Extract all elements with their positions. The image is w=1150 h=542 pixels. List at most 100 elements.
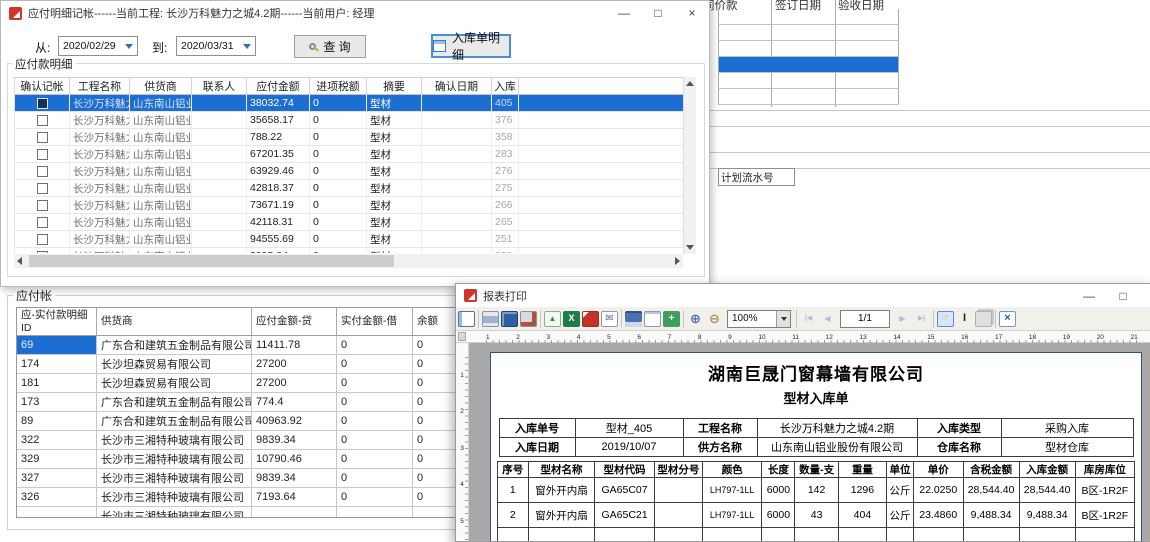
- excel-icon[interactable]: X: [563, 311, 580, 327]
- table-row[interactable]: [718, 25, 899, 41]
- cell-project[interactable]: 长沙万科魅力...: [70, 163, 130, 179]
- checkbox[interactable]: [37, 183, 48, 194]
- scroll-down-icon[interactable]: [686, 245, 694, 250]
- chevron-down-icon[interactable]: [776, 311, 790, 327]
- cell-payable-credit[interactable]: 27200: [252, 374, 337, 392]
- cell-confirm-date[interactable]: [422, 231, 492, 247]
- cell-supplier[interactable]: 长沙市三湘特种玻璃有限公司: [97, 488, 252, 506]
- entry-detail-button[interactable]: 入库单明细: [431, 34, 511, 58]
- prev-page-icon[interactable]: ◀: [819, 311, 836, 327]
- column-header-detail-id[interactable]: 应-实付款明细ID: [17, 308, 97, 335]
- cell-supplier[interactable]: 山东南山铝业...: [130, 231, 192, 247]
- cell-contact[interactable]: [192, 112, 247, 128]
- cell-tax[interactable]: 0: [310, 95, 367, 111]
- table-row[interactable]: 长沙万科魅力... 山东南山铝业... 788.22 0 型材 358: [15, 129, 683, 146]
- cell-project[interactable]: 长沙万科魅力...: [70, 129, 130, 145]
- table-row[interactable]: [718, 73, 899, 89]
- cell-entry-no[interactable]: 358: [492, 129, 519, 145]
- cell-tax[interactable]: 0: [310, 129, 367, 145]
- close-button[interactable]: ×: [675, 1, 709, 25]
- cell-contact[interactable]: [192, 197, 247, 213]
- cell-project[interactable]: 长沙万科魅力...: [70, 197, 130, 213]
- column-header-summary[interactable]: 摘要: [367, 78, 422, 95]
- cell-supplier[interactable]: 山东南山铝业...: [130, 248, 192, 253]
- export-data-icon[interactable]: +: [663, 311, 680, 327]
- cell-summary[interactable]: 型材: [367, 163, 422, 179]
- cell-payable-credit[interactable]: 9839.34: [252, 431, 337, 449]
- table-row[interactable]: 89 广东合和建筑五金制品有限公司 40963.92 0 0: [17, 412, 471, 431]
- vertical-scrollbar[interactable]: [683, 77, 696, 254]
- new-page-icon[interactable]: [644, 311, 661, 327]
- cell-detail-id[interactable]: 322: [17, 431, 97, 449]
- column-header-entry[interactable]: 入库: [492, 78, 519, 95]
- minimize-button[interactable]: —: [607, 1, 641, 25]
- table-row[interactable]: 长沙万科魅力... 山东南山铝业... 67201.35 0 型材 283: [15, 146, 683, 163]
- cell-detail-id[interactable]: 173: [17, 393, 97, 411]
- to-date-select[interactable]: 2020/03/31: [176, 36, 256, 56]
- cell-summary[interactable]: 型材: [367, 146, 422, 162]
- confirm-cell[interactable]: [15, 95, 70, 111]
- cell-payable-credit[interactable]: 10790.46: [252, 450, 337, 468]
- cell-amount[interactable]: 35658.17: [247, 112, 310, 128]
- table-row[interactable]: 174 长沙坦森贸易有限公司 27200 0 0: [17, 355, 471, 374]
- page-indicator-input[interactable]: [840, 310, 890, 328]
- cell-payable-credit[interactable]: 774.4: [252, 393, 337, 411]
- cell-project[interactable]: 长沙万科魅力...: [70, 95, 130, 111]
- cell-entry-no[interactable]: 251: [492, 231, 519, 247]
- cell-tax[interactable]: 0: [310, 112, 367, 128]
- table-row[interactable]: 长沙万科魅力... 山东南山铝业... 42118.31 0 型材 265: [15, 214, 683, 231]
- preview-panel-icon[interactable]: [458, 311, 475, 327]
- cell-contact[interactable]: [192, 163, 247, 179]
- checkbox[interactable]: [37, 132, 48, 143]
- table-row[interactable]: 327 长沙市三湘特种玻璃有限公司 9839.34 0 0: [17, 469, 471, 488]
- cell-tax[interactable]: 0: [310, 146, 367, 162]
- cell-confirm-date[interactable]: [422, 146, 492, 162]
- table-row[interactable]: 长沙万科魅力... 山东南山铝业... 94555.69 0 型材 251: [15, 231, 683, 248]
- text-select-icon[interactable]: I: [956, 311, 973, 327]
- checkbox[interactable]: [37, 166, 48, 177]
- cell-confirm-date[interactable]: [422, 163, 492, 179]
- table-row[interactable]: 329 长沙市三湘特种玻璃有限公司 10790.46 0 0: [17, 450, 471, 469]
- cell-amount[interactable]: 38032.74: [247, 95, 310, 111]
- table-row[interactable]: 长沙万科魅力... 山东南山铝业... 73671.19 0 型材 266: [15, 197, 683, 214]
- cell-entry-no[interactable]: 276: [492, 163, 519, 179]
- cell-paid-debit[interactable]: 0: [337, 393, 413, 411]
- cell-contact[interactable]: [192, 180, 247, 196]
- cell-contact[interactable]: [192, 248, 247, 253]
- cell-confirm-date[interactable]: [422, 95, 492, 111]
- table-row[interactable]: 长沙万科魅力... 山东南山铝业... 35658.17 0 型材 376: [15, 112, 683, 129]
- cell-paid-debit[interactable]: 0: [337, 336, 413, 354]
- cell-detail-id[interactable]: 326: [17, 488, 97, 506]
- table-row[interactable]: [718, 41, 899, 57]
- cell-paid-debit[interactable]: 0: [337, 469, 413, 487]
- cell-supplier[interactable]: 长沙市三湘特种玻璃有限公司: [97, 507, 252, 517]
- table-row[interactable]: [718, 57, 899, 73]
- options-icon[interactable]: [520, 311, 537, 327]
- cell-entry-no[interactable]: 405: [492, 95, 519, 111]
- pdf-icon[interactable]: [582, 311, 599, 327]
- page-setup-icon[interactable]: [501, 311, 518, 327]
- cell-supplier[interactable]: 山东南山铝业...: [130, 197, 192, 213]
- cell-supplier[interactable]: 广东合和建筑五金制品有限公司: [97, 393, 252, 411]
- query-button[interactable]: 查 询: [294, 35, 366, 58]
- cell-summary[interactable]: 型材: [367, 95, 422, 111]
- confirm-cell[interactable]: [15, 180, 70, 196]
- column-header-payable-credit[interactable]: 应付金额-贷: [252, 308, 337, 335]
- minimize-button[interactable]: —: [1072, 284, 1106, 308]
- cell-entry-no[interactable]: 266: [492, 197, 519, 213]
- cell-project[interactable]: 长沙万科魅力...: [70, 112, 130, 128]
- cell-project[interactable]: 长沙万科魅力...: [70, 180, 130, 196]
- table-row[interactable]: [718, 89, 899, 105]
- cell-summary[interactable]: 型材: [367, 248, 422, 253]
- cell-payable-credit[interactable]: 9839.34: [252, 469, 337, 487]
- maximize-button[interactable]: □: [641, 1, 675, 25]
- checkbox[interactable]: [37, 217, 48, 228]
- cell-paid-debit[interactable]: 0: [337, 412, 413, 430]
- cell-tax[interactable]: 0: [310, 231, 367, 247]
- cell-contact[interactable]: [192, 129, 247, 145]
- hand-tool-icon[interactable]: ☞: [937, 311, 954, 327]
- cell-contact[interactable]: [192, 95, 247, 111]
- cell-amount[interactable]: 63929.46: [247, 163, 310, 179]
- mail-icon[interactable]: ✉: [601, 311, 618, 327]
- cell-detail-id[interactable]: 69: [17, 336, 97, 354]
